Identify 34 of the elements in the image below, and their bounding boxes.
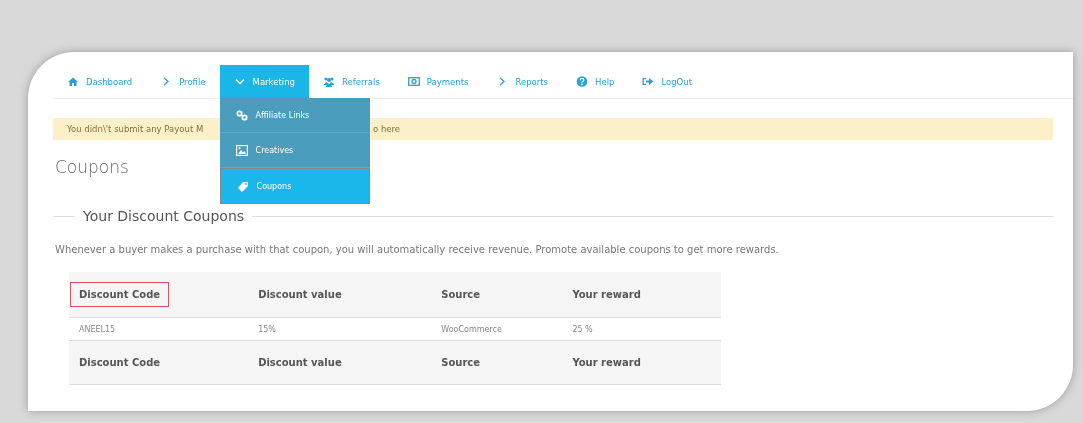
column-footer: Source (431, 340, 563, 385)
column-header: Discount Code (69, 272, 249, 318)
money-icon (407, 76, 420, 87)
people-icon (322, 76, 335, 87)
column-footer: Your reward (562, 340, 721, 385)
tag-icon (236, 180, 249, 192)
help-icon (576, 76, 589, 87)
sign-out-icon (642, 76, 655, 87)
column-header: Source (431, 272, 563, 318)
table-cell: WooCommerce (431, 317, 563, 341)
nav-tab[interactable]: Dashboard (53, 65, 147, 98)
table-cell: ANEEL15 (69, 317, 249, 341)
column-footer: Discount Code (69, 340, 249, 385)
house-icon (67, 76, 79, 87)
column-footer: Discount value (248, 340, 432, 385)
section-title: Your Discount Coupons (83, 208, 245, 224)
nav-tab[interactable]: Payments (393, 65, 483, 98)
nav-tab[interactable]: Profile (146, 65, 220, 98)
nav-tab[interactable]: LogOut (628, 65, 706, 98)
page-title: Coupons (55, 157, 130, 177)
alert-text: You didn\'t submit any Payout M (67, 124, 205, 134)
column-header: Discount value (248, 272, 432, 318)
nav-tab[interactable]: Help (562, 65, 629, 98)
menu-item[interactable]: Coupons (219, 168, 370, 204)
chevron-down-icon (233, 76, 246, 87)
description-text: Whenever a buyer makes a purchase with that coupon, you will automatically receive revenue. Promote available coupons to get more rewards. (55, 244, 780, 255)
link-icon (235, 109, 248, 121)
column-header: Your reward (562, 272, 721, 318)
picture-icon (235, 144, 248, 156)
nav-tab[interactable]: Reports (482, 65, 563, 98)
table-cell: 15% (248, 317, 432, 341)
nav-tab[interactable]: Referrals (308, 65, 394, 98)
alert-text: o here (373, 124, 401, 134)
table-cell: 25 % (562, 317, 721, 341)
